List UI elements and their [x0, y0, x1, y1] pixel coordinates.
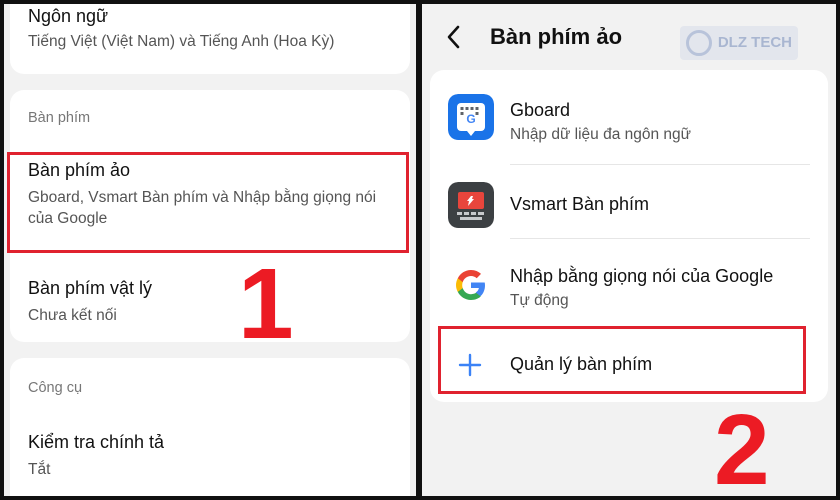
watermark-logo: DLZ TECH — [680, 26, 798, 60]
manage-keyboards-highlight — [438, 326, 806, 394]
svg-text:G: G — [466, 112, 475, 126]
keyboard-section-label: Bàn phím — [28, 110, 91, 126]
spell-check-title: Kiểm tra chính tả — [28, 432, 165, 452]
gboard-title: Gboard — [510, 100, 571, 120]
language-card: Ngôn ngữ Tiếng Việt (Việt Nam) và Tiếng … — [10, 4, 410, 74]
language-input-settings-panel: Ngôn ngữ Tiếng Việt (Việt Nam) và Tiếng … — [4, 4, 416, 496]
google-voice-typing-title: Nhập bằng giọng nói của Google — [510, 266, 774, 286]
divider — [510, 164, 810, 165]
google-voice-typing-subtitle: Tự động — [510, 292, 569, 309]
physical-keyboard-title: Bàn phím vật lý — [28, 278, 153, 298]
vsmart-keyboard-icon — [448, 182, 494, 228]
spell-check-subtitle: Tắt — [28, 461, 51, 478]
gboard-row[interactable]: G Gboard Nhập dữ liệu đa ngôn ngữ — [430, 86, 828, 156]
step-number-1: 1 — [238, 248, 294, 360]
tools-section-label: Công cụ — [28, 380, 83, 396]
language-subtitle: Tiếng Việt (Việt Nam) và Tiếng Anh (Hoa … — [28, 33, 335, 50]
tools-card: Công cụ Kiểm tra chính tả Tắt — [10, 358, 410, 496]
watermark-text: DLZ TECH — [717, 34, 792, 51]
divider — [510, 238, 810, 239]
gboard-icon: G — [448, 94, 494, 140]
vsmart-keyboard-row[interactable]: Vsmart Bàn phím — [430, 170, 828, 240]
physical-keyboard-subtitle: Chưa kết nối — [28, 307, 117, 324]
language-title[interactable]: Ngôn ngữ — [28, 6, 108, 27]
step-number-2: 2 — [714, 394, 770, 496]
virtual-keyboard-highlight — [7, 152, 409, 253]
physical-keyboard-item[interactable]: Bàn phím vật lý Chưa kết nối — [10, 266, 410, 336]
gboard-subtitle: Nhập dữ liệu đa ngôn ngữ — [510, 126, 692, 143]
vsmart-keyboard-title: Vsmart Bàn phím — [510, 194, 650, 214]
back-arrow-icon[interactable] — [444, 24, 464, 50]
virtual-keyboard-panel: Bàn phím ảo DLZ TECH G Gboard Nhập dữ li… — [422, 4, 836, 496]
page-title: Bàn phím ảo — [490, 24, 623, 49]
spell-check-item[interactable]: Kiểm tra chính tả Tắt — [10, 420, 410, 490]
google-voice-typing-row[interactable]: Nhập bằng giọng nói của Google Tự động — [430, 250, 828, 320]
watermark-logo-icon — [686, 30, 712, 56]
google-g-icon — [456, 270, 485, 300]
